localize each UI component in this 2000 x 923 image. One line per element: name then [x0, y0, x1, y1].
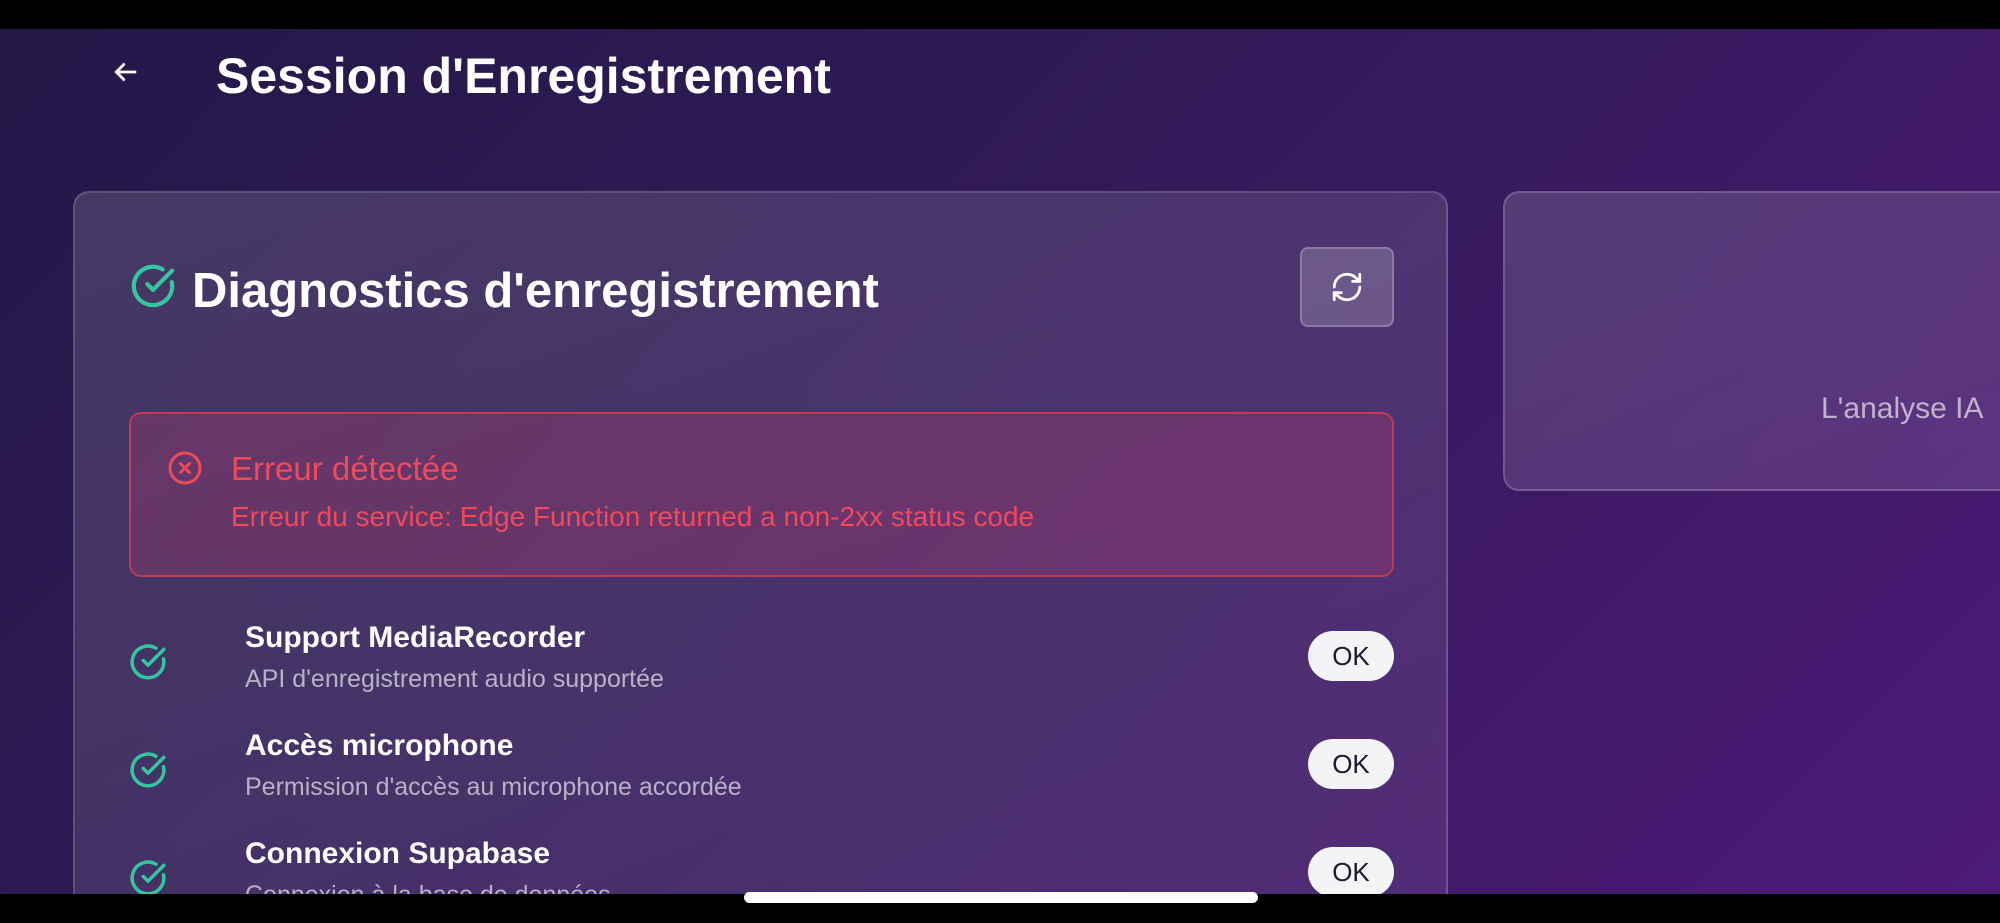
status-badge: OK — [1308, 631, 1394, 681]
refresh-icon — [1332, 272, 1362, 302]
refresh-button[interactable] — [1300, 247, 1394, 327]
status-badge: OK — [1308, 847, 1394, 894]
circle-check-icon — [130, 644, 166, 680]
diagnostics-card: Diagnostics d'enregistrement Erreur déte… — [73, 191, 1448, 894]
page-title: Session d'Enregistrement — [216, 48, 831, 104]
circle-x-icon — [168, 451, 202, 485]
check-title: Accès microphone — [245, 729, 514, 762]
arrow-left-icon — [114, 63, 137, 81]
check-title: Support MediaRecorder — [245, 621, 586, 654]
ai-analysis-card: L'analyse IA — [1503, 191, 2000, 491]
app-view: Session d'Enregistrement Diagnostics d'e… — [0, 29, 2000, 894]
check-row-mediarecorder: Support MediaRecorder API d'enregistreme… — [129, 621, 1394, 711]
ai-analysis-text: L'analyse IA — [1821, 392, 1984, 425]
diagnostics-title: Diagnostics d'enregistrement — [192, 264, 879, 318]
check-description: API d'enregistrement audio supportée — [245, 665, 664, 693]
check-description: Connexion à la base de données — [245, 881, 611, 894]
circle-check-icon — [130, 752, 166, 788]
home-indicator[interactable] — [744, 892, 1258, 903]
error-title: Erreur détectée — [231, 450, 459, 487]
screen: Session d'Enregistrement Diagnostics d'e… — [0, 0, 2000, 923]
check-row-supabase: Connexion Supabase Connexion à la base d… — [129, 837, 1394, 894]
status-badge: OK — [1308, 739, 1394, 789]
circle-check-icon — [131, 264, 175, 308]
check-description: Permission d'accès au microphone accordé… — [245, 773, 742, 801]
check-row-microphone: Accès microphone Permission d'accès au m… — [129, 729, 1394, 819]
check-title: Connexion Supabase — [245, 837, 551, 870]
error-alert: Erreur détectée Erreur du service: Edge … — [129, 412, 1394, 577]
back-button[interactable] — [105, 52, 145, 92]
circle-check-icon — [130, 860, 166, 894]
error-message: Erreur du service: Edge Function returne… — [231, 501, 1035, 532]
